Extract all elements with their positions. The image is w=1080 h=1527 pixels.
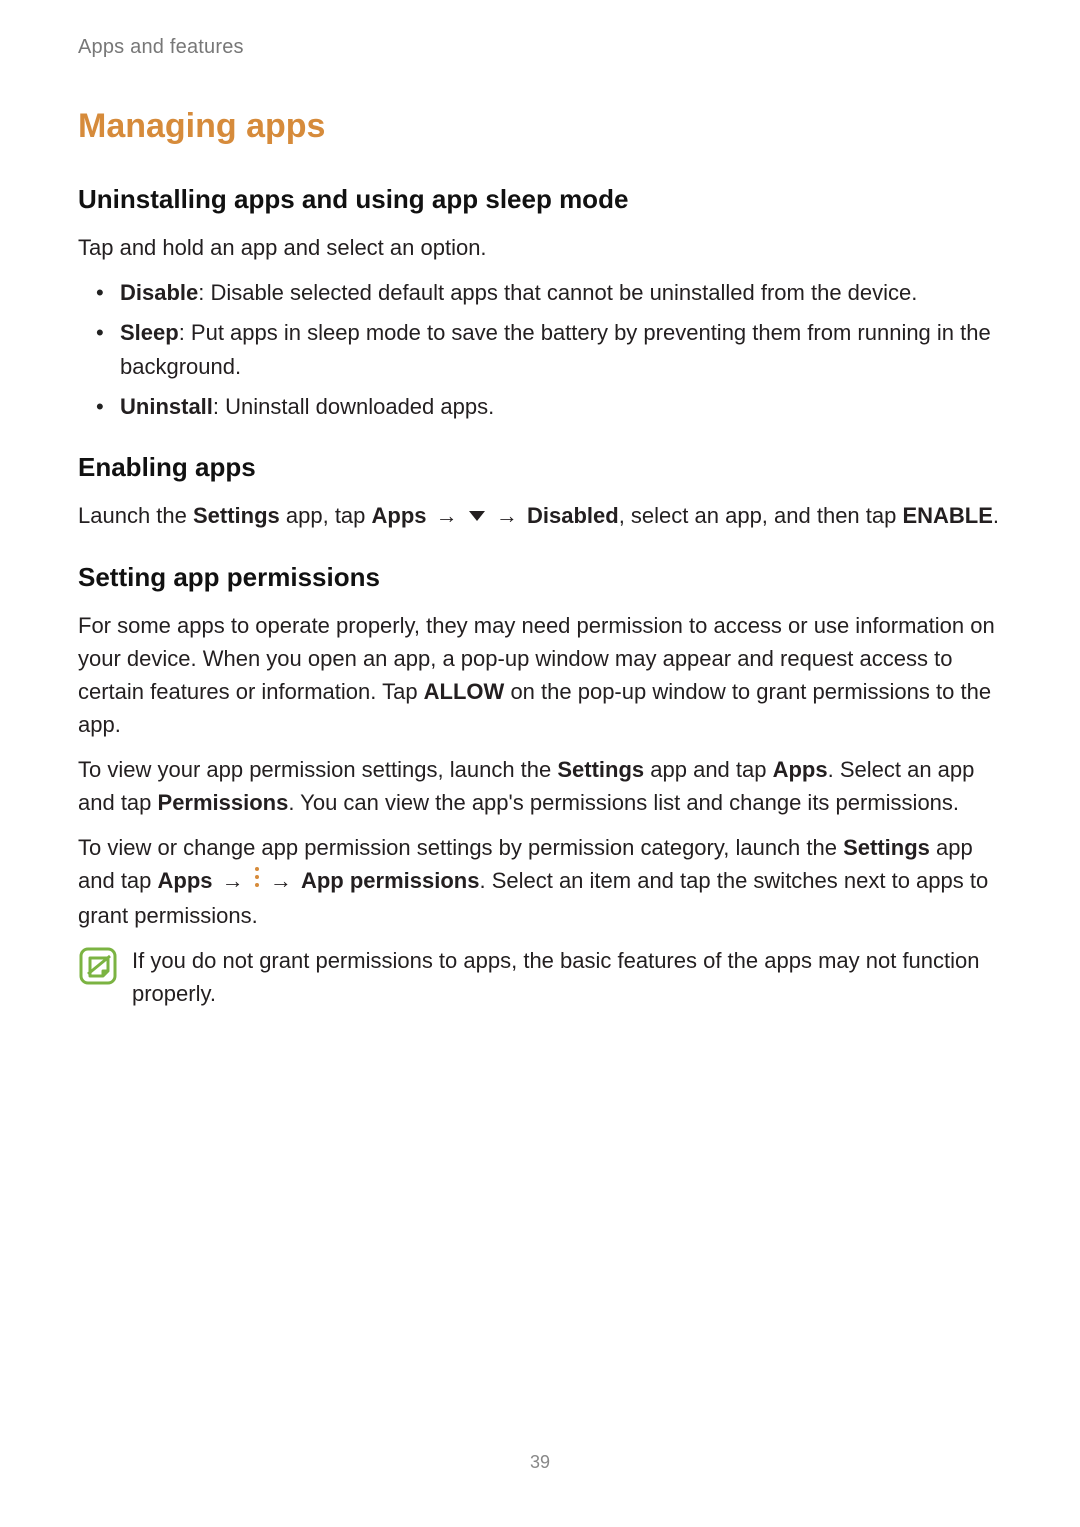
settings-label: Settings [193, 503, 280, 528]
option-label: Uninstall [120, 394, 213, 419]
text-fragment: To view your app permission settings, la… [78, 757, 557, 782]
intro-text: Tap and hold an app and select an option… [78, 231, 1002, 264]
subsection-heading-enabling: Enabling apps [78, 452, 1002, 483]
enabling-text: Launch the Settings app, tap Apps → → Di… [78, 499, 1002, 534]
permissions-p3: To view or change app permission setting… [78, 831, 1002, 932]
option-desc: : Disable selected default apps that can… [198, 280, 917, 305]
more-options-icon [253, 864, 261, 897]
page-number: 39 [0, 1452, 1080, 1473]
note-text: If you do not grant permissions to apps,… [132, 944, 1002, 1010]
enable-label: ENABLE [902, 503, 992, 528]
text-fragment: app and tap [644, 757, 772, 782]
permissions-label: Permissions [158, 790, 289, 815]
list-item: Uninstall: Uninstall downloaded apps. [78, 390, 1002, 424]
permissions-p1: For some apps to operate properly, they … [78, 609, 1002, 741]
app-permissions-label: App permissions [301, 868, 479, 893]
option-desc: : Uninstall downloaded apps. [213, 394, 494, 419]
apps-label: Apps [372, 503, 427, 528]
option-label: Sleep [120, 320, 179, 345]
arrow-icon: → [487, 503, 527, 528]
page-content: Apps and features Managing apps Uninstal… [0, 0, 1080, 1010]
text-fragment: Launch the [78, 503, 193, 528]
text-fragment: . [993, 503, 999, 528]
option-label: Disable [120, 280, 198, 305]
settings-label: Settings [843, 835, 930, 860]
note-icon [78, 946, 118, 991]
section-enabling: Enabling apps Launch the Settings app, t… [78, 452, 1002, 534]
text-fragment: To view or change app permission setting… [78, 835, 843, 860]
section-title: Managing apps [78, 107, 1002, 146]
list-item: Sleep: Put apps in sleep mode to save th… [78, 316, 1002, 384]
dropdown-triangle-icon [467, 499, 487, 532]
settings-label: Settings [557, 757, 644, 782]
allow-label: ALLOW [424, 679, 505, 704]
permissions-p2: To view your app permission settings, la… [78, 753, 1002, 819]
apps-label: Apps [773, 757, 828, 782]
section-uninstalling: Uninstalling apps and using app sleep mo… [78, 184, 1002, 424]
arrow-icon: → [261, 868, 301, 893]
list-item: Disable: Disable selected default apps t… [78, 276, 1002, 310]
apps-label: Apps [158, 868, 213, 893]
running-head: Apps and features [78, 36, 1002, 59]
text-fragment: , select an app, and then tap [619, 503, 903, 528]
note-callout: If you do not grant permissions to apps,… [78, 944, 1002, 1010]
text-fragment: app, tap [280, 503, 372, 528]
section-permissions: Setting app permissions For some apps to… [78, 562, 1002, 1010]
arrow-icon: → [213, 868, 253, 893]
disabled-label: Disabled [527, 503, 619, 528]
arrow-icon: → [427, 503, 467, 528]
subsection-heading-permissions: Setting app permissions [78, 562, 1002, 593]
subsection-heading-uninstalling: Uninstalling apps and using app sleep mo… [78, 184, 1002, 215]
text-fragment: . You can view the app's permissions lis… [288, 790, 959, 815]
options-list: Disable: Disable selected default apps t… [78, 276, 1002, 424]
option-desc: : Put apps in sleep mode to save the bat… [120, 320, 991, 379]
